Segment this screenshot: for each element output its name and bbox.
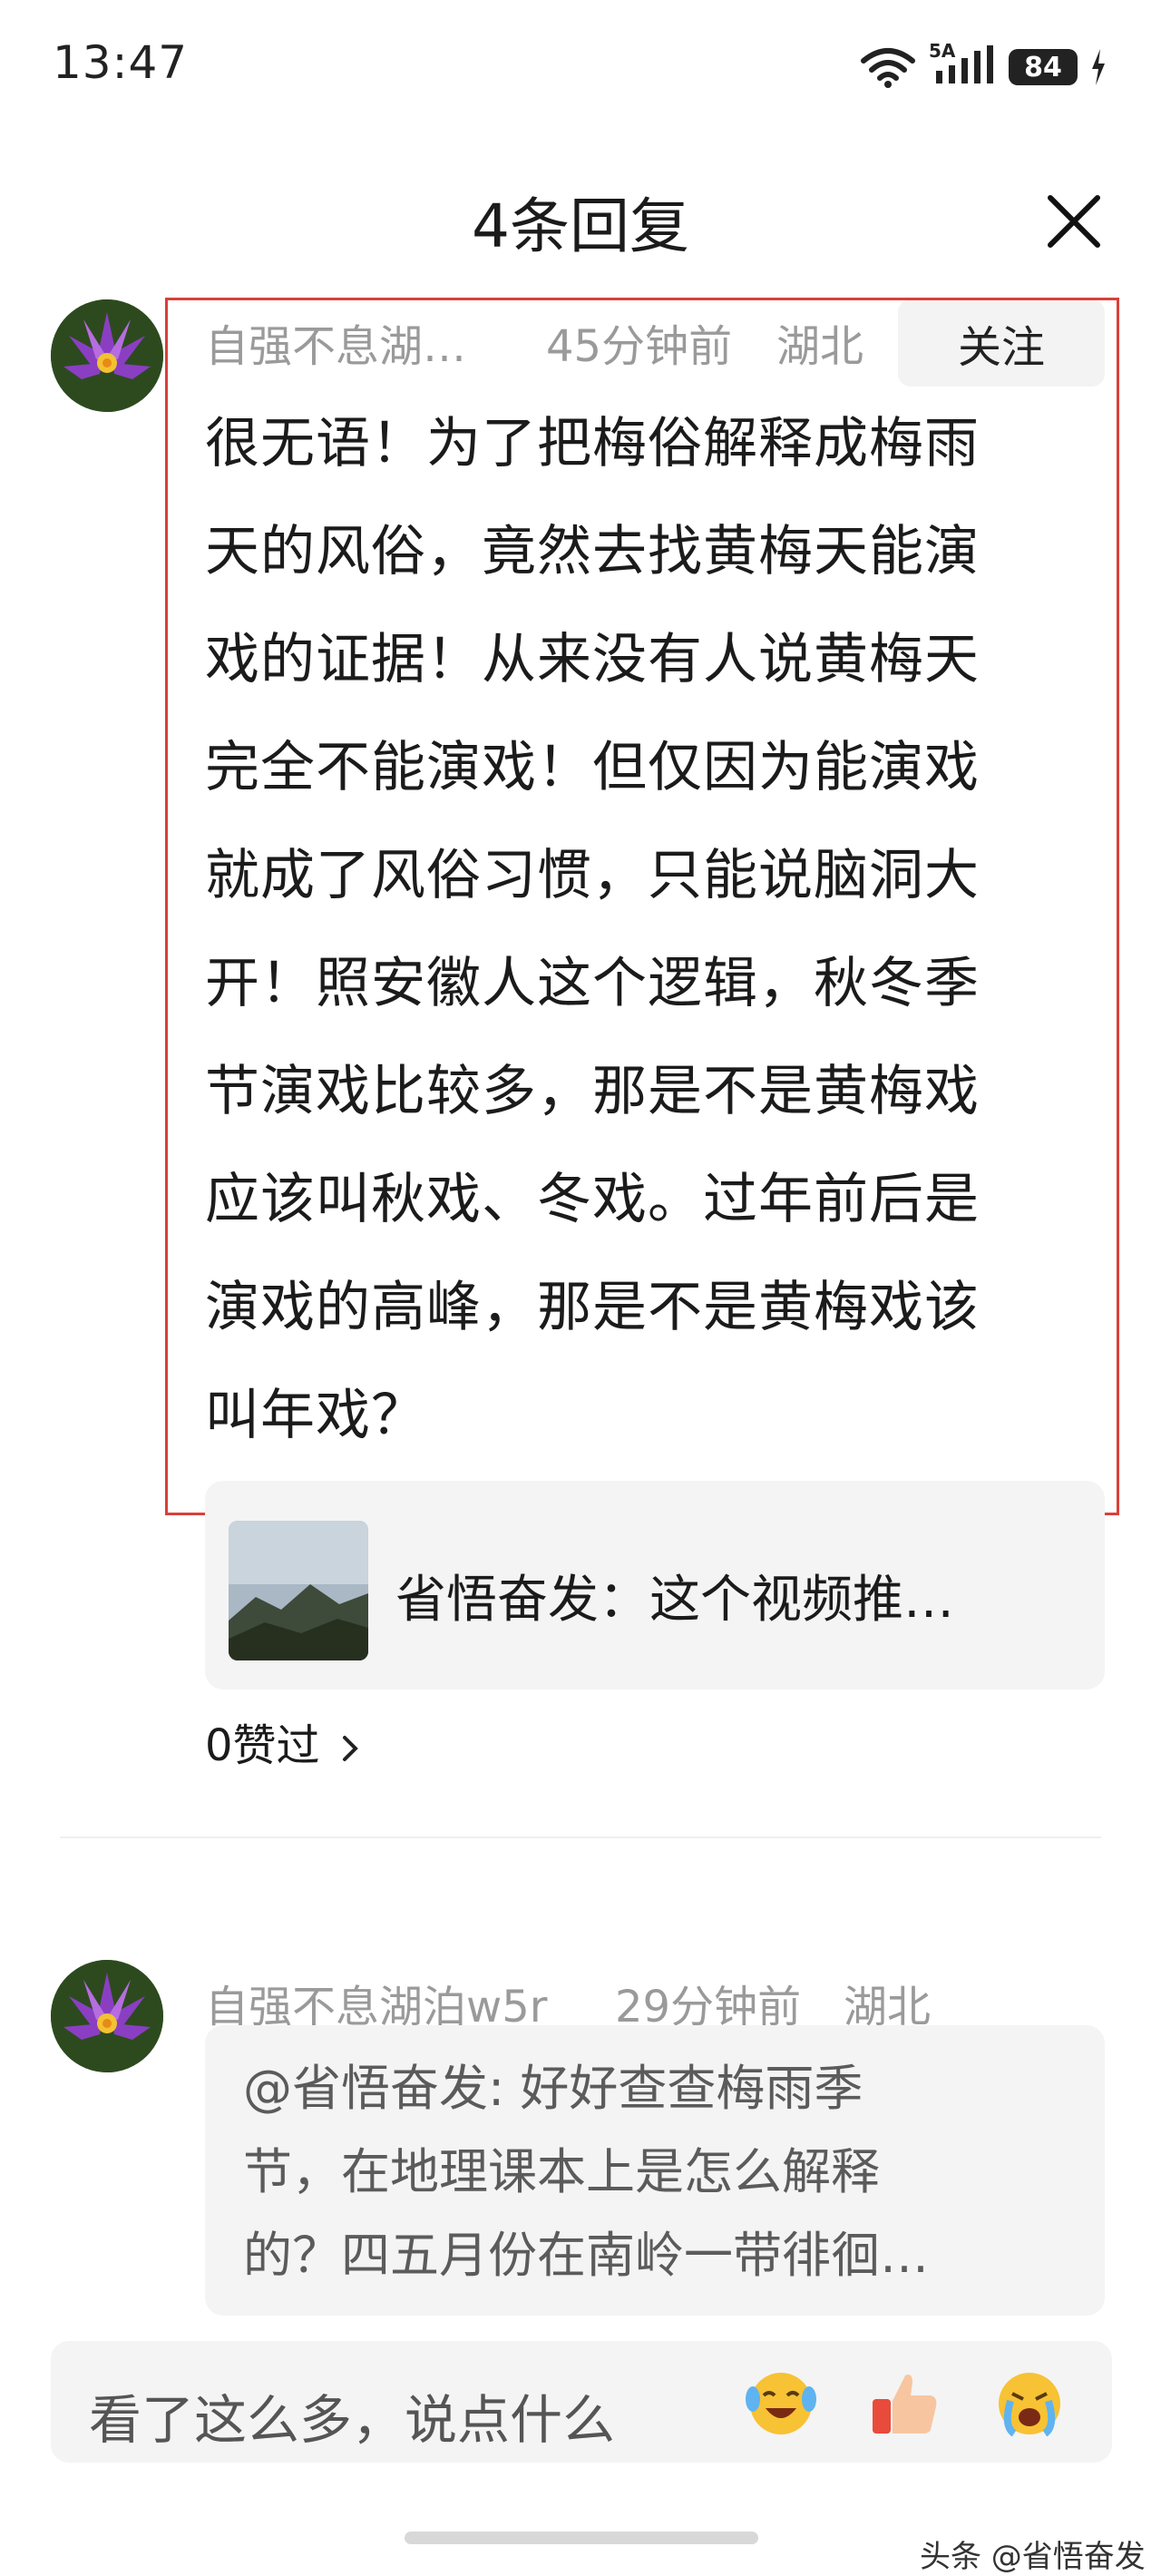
- quoted-reply-text: @省悟奋发: 好好查查梅雨季 节，在地理课本上是怎么解释 的？四五月份在南岭一带…: [243, 2047, 1059, 2297]
- laughing-crying-emoji-icon[interactable]: [742, 2363, 820, 2441]
- close-icon[interactable]: [1045, 192, 1103, 250]
- avatar[interactable]: [51, 299, 163, 412]
- quote-line: 节，在地理课本上是怎么解释: [243, 2143, 880, 2200]
- referenced-video-text[interactable]: 省悟奋发：这个视频推…: [395, 1559, 954, 1632]
- comment-line: 完全不能演戏！但仅因为能演戏: [205, 736, 980, 799]
- avatar[interactable]: [51, 1960, 163, 2072]
- divider: [60, 1837, 1101, 1838]
- comment-line: 天的风俗，竟然去找黄梅天能演: [205, 520, 980, 583]
- status-icons: 5A 84: [860, 40, 1107, 94]
- signal-icon: 5A: [929, 40, 996, 91]
- comment-line: 应该叫秋戏、冬戏。过年前后是: [205, 1168, 980, 1231]
- likes-link[interactable]: 0赞过: [205, 1709, 361, 1773]
- comment-line: 很无语！为了把梅俗解释成梅雨: [205, 412, 980, 475]
- charging-icon: [1092, 49, 1105, 85]
- quote-line: 的？四五月份在南岭一带徘徊…: [243, 2227, 929, 2284]
- wifi-icon: [861, 48, 915, 88]
- comment-line: 节演戏比较多，那是不是黄梅戏: [205, 1060, 980, 1123]
- comment-line: 开！照安徽人这个逻辑，秋冬季: [205, 952, 980, 1015]
- comment-line: 就成了风俗习惯，只能说脑洞大: [205, 844, 980, 907]
- comment-line: 叫年戏？: [205, 1384, 426, 1447]
- quote-line: @省悟奋发: 好好查查梅雨季: [243, 2060, 863, 2117]
- comment-line: 演戏的高峰，那是不是黄梅戏该: [205, 1276, 980, 1339]
- home-indicator[interactable]: [405, 2532, 758, 2544]
- crying-emoji-icon[interactable]: [990, 2363, 1068, 2441]
- comment-body: 很无语！为了把梅俗解释成梅雨 天的风俗，竟然去找黄梅天能演 戏的证据！从来没有人…: [205, 390, 1112, 1470]
- thumbs-up-emoji-icon[interactable]: [865, 2363, 943, 2441]
- battery-icon: 84: [1009, 49, 1078, 85]
- video-thumbnail[interactable]: [229, 1521, 368, 1660]
- comment-line: 戏的证据！从来没有人说黄梅天: [205, 628, 980, 691]
- comment-input-placeholder[interactable]: 看了这么多，说点什么: [89, 2377, 615, 2454]
- chevron-right-icon: [342, 1736, 358, 1761]
- status-time: 13:47: [53, 36, 189, 89]
- page-title: 4条回复: [472, 191, 689, 261]
- likes-label: 0赞过: [205, 1720, 320, 1771]
